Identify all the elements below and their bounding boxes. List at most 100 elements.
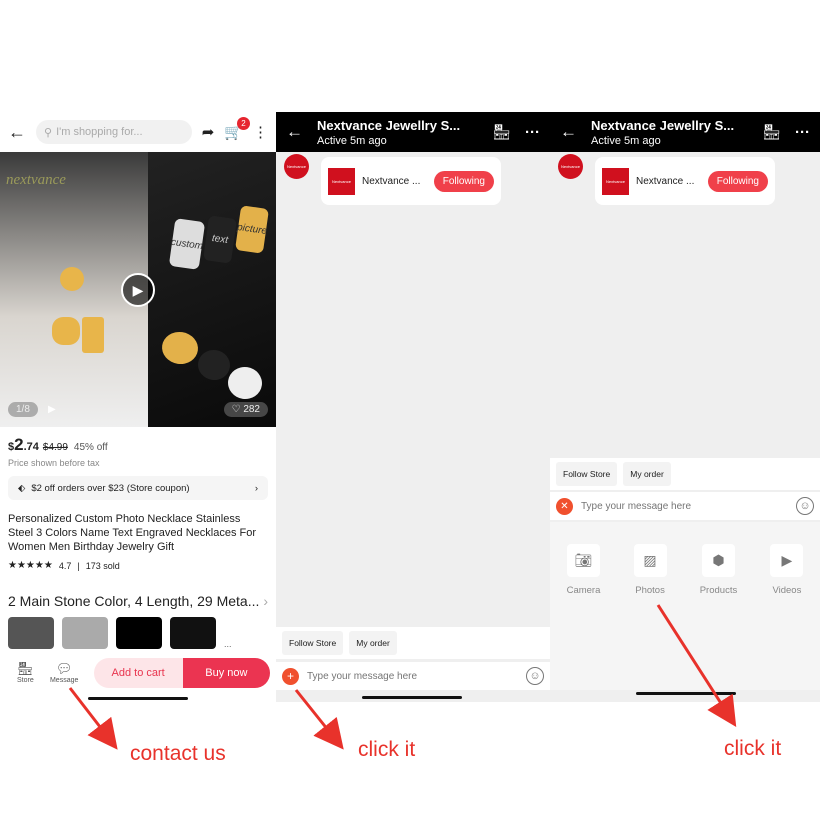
message-input-row: +☺ xyxy=(276,662,550,690)
home-indicator xyxy=(636,692,736,695)
variant-thumbnails: ... xyxy=(0,609,276,649)
photos-icon: ▨ xyxy=(633,544,667,577)
follow-store-button[interactable]: Follow Store xyxy=(556,462,618,486)
cart-badge: 2 xyxy=(237,117,250,130)
rating-row: ★★★★★ 4.7 | 173 sold xyxy=(8,560,120,571)
price-main: 2 xyxy=(14,435,24,454)
message-input[interactable] xyxy=(307,664,518,688)
share-icon[interactable]: ➦ xyxy=(202,123,215,141)
emoji-icon[interactable]: ☺ xyxy=(526,667,544,685)
store-avatar: Nextvance xyxy=(558,154,583,179)
search-icon: ⚲ xyxy=(44,126,53,139)
chevron-right-icon: › xyxy=(263,593,268,609)
products-button[interactable]: ⬢ Products xyxy=(700,544,737,690)
add-to-cart-button[interactable]: Add to cart xyxy=(93,657,183,688)
store-button[interactable]: 🏪︎ Store xyxy=(6,661,45,684)
product-image-carousel[interactable]: nextvance custom text picture ▶ 1/8 ▶ ♡ … xyxy=(0,152,276,427)
message-button[interactable]: 💬︎ Message xyxy=(45,661,84,684)
tag-word: custom xyxy=(170,236,204,252)
store-card[interactable]: Nextvance Nextvance ... Following xyxy=(595,157,775,205)
variant-thumb[interactable] xyxy=(8,617,54,649)
my-order-button[interactable]: My order xyxy=(623,462,671,486)
tool-label: Videos xyxy=(772,585,802,596)
discount: 45% off xyxy=(73,442,108,453)
following-button[interactable]: Following xyxy=(433,170,494,192)
more-icon[interactable]: ⋮ xyxy=(253,123,268,141)
follow-store-button[interactable]: Follow Store xyxy=(282,631,344,655)
tool-label: Camera xyxy=(566,585,601,596)
quick-replies: Follow Store My order xyxy=(550,458,820,490)
annotation-click-it-2: click it xyxy=(724,737,782,760)
close-button[interactable]: ✕ xyxy=(556,497,573,515)
camera-icon: 📷︎ xyxy=(566,544,600,577)
cart-icon[interactable]: 🛒 2 xyxy=(224,117,250,141)
store-name: Nextvance Jewellry S... xyxy=(317,117,461,133)
price-note: Price shown before tax xyxy=(8,458,100,468)
videos-button[interactable]: ▶ Videos xyxy=(770,544,804,690)
annotation-click-it: click it xyxy=(358,738,416,761)
active-status: Active 5m ago xyxy=(591,134,661,147)
quick-replies: Follow Store My order xyxy=(276,627,550,659)
message-input[interactable] xyxy=(581,494,788,518)
variant-thumb[interactable] xyxy=(170,617,216,649)
like-button[interactable]: ♡ 282 xyxy=(223,402,268,417)
product-header: ← ⚲ I'm shopping for... ➦ 🛒 2 ⋮ xyxy=(0,112,276,152)
store-avatar: Nextvance xyxy=(284,154,309,179)
store-logo: Nextvance xyxy=(328,167,355,195)
search-placeholder: I'm shopping for... xyxy=(56,126,143,138)
variant-selector[interactable]: 2 Main Stone Color, 4 Length, 29 Meta...… xyxy=(0,571,276,609)
coupon-row[interactable]: ⬖ $2 off orders over $23 (Store coupon) › xyxy=(8,476,268,500)
message-input-row: ✕☺ xyxy=(550,492,820,520)
store-icon[interactable]: 🏪︎ xyxy=(762,123,781,141)
message-label: Message xyxy=(49,677,79,684)
tag-word: text xyxy=(211,232,229,247)
annotation-contact-us: contact us xyxy=(130,742,226,765)
back-arrow-icon[interactable]: ← xyxy=(8,122,26,143)
back-arrow-icon[interactable]: ← xyxy=(286,122,303,142)
bottom-action-bar: 🏪︎ Store 💬︎ Message Add to cart Buy now xyxy=(0,655,276,690)
chevron-right-icon: › xyxy=(254,482,258,494)
photos-button[interactable]: ▨ Photos xyxy=(633,544,667,690)
my-order-button[interactable]: My order xyxy=(349,631,397,655)
chat-header: ← Nextvance Jewellry S... Active 5m ago 🏪… xyxy=(276,112,550,152)
card-store-name: Nextvance ... xyxy=(362,175,421,187)
play-video-button[interactable]: ▶ xyxy=(121,273,155,307)
stars-icon: ★★★★★ xyxy=(8,560,53,571)
price-block: $2.74 $4.99 45% off Price shown before tax xyxy=(0,427,276,468)
store-icon: 🏪︎ xyxy=(17,661,34,676)
variant-thumb[interactable] xyxy=(62,617,108,649)
tool-label: Photos xyxy=(635,585,665,596)
chat-tools-screenshot: ← Nextvance Jewellry S... Active 5m ago 🏪… xyxy=(550,112,820,702)
original-price: $4.99 xyxy=(42,442,68,453)
chat-bubble-icon: 💬︎ xyxy=(55,661,73,676)
active-status: Active 5m ago xyxy=(317,134,387,147)
image-counter: 1/8 xyxy=(8,402,38,417)
small-play-icon[interactable]: ▶ xyxy=(48,404,56,415)
chat-screenshot: ← Nextvance Jewellry S... Active 5m ago 🏪… xyxy=(276,112,550,702)
plus-button[interactable]: + xyxy=(282,667,299,685)
price-cents: .74 xyxy=(23,441,39,453)
variant-text: 2 Main Stone Color, 4 Length, 29 Meta... xyxy=(8,593,260,609)
store-card[interactable]: Nextvance Nextvance ... Following xyxy=(321,157,501,205)
back-arrow-icon[interactable]: ← xyxy=(560,122,577,142)
watermark-logo: nextvance xyxy=(6,172,66,188)
home-indicator xyxy=(88,697,188,700)
store-logo: Nextvance xyxy=(602,167,629,195)
tag-word: picture xyxy=(236,221,268,238)
more-icon[interactable]: ··· xyxy=(525,124,540,141)
emoji-icon[interactable]: ☺ xyxy=(796,497,814,515)
following-button[interactable]: Following xyxy=(707,170,768,192)
variant-thumb[interactable] xyxy=(116,617,162,649)
search-input[interactable]: ⚲ I'm shopping for... xyxy=(36,120,192,144)
more-icon[interactable]: ··· xyxy=(795,124,810,141)
like-count: 282 xyxy=(243,404,260,415)
store-label: Store xyxy=(17,677,34,684)
store-icon[interactable]: 🏪︎ xyxy=(492,123,511,141)
tag-icon: ⬖ xyxy=(18,482,26,494)
chat-header: ← Nextvance Jewellry S... Active 5m ago 🏪… xyxy=(550,112,820,152)
camera-button[interactable]: 📷︎ Camera xyxy=(566,544,601,690)
play-icon: ▶ xyxy=(770,544,804,577)
store-name: Nextvance Jewellry S... xyxy=(591,117,735,133)
card-store-name: Nextvance ... xyxy=(636,175,695,187)
buy-now-button[interactable]: Buy now xyxy=(182,657,270,688)
